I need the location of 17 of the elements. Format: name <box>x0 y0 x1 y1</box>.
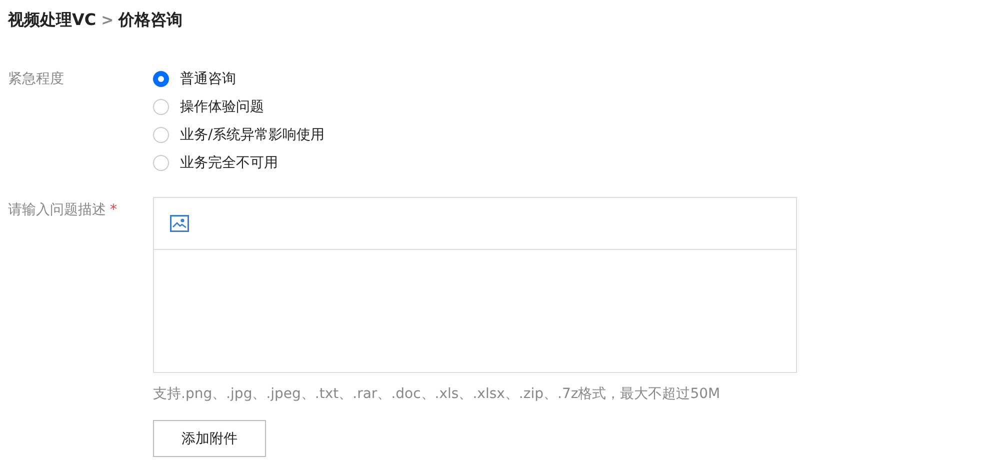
breadcrumb-separator: > <box>101 11 114 29</box>
page-title: 价格咨询 <box>118 10 183 30</box>
field-label: 紧急程度 <box>8 70 65 89</box>
image-icon[interactable] <box>170 215 189 232</box>
radio-button[interactable] <box>153 70 169 86</box>
radio-button[interactable] <box>153 154 169 170</box>
radio-label[interactable]: 业务/系统异常影响使用 <box>180 126 325 144</box>
field-label: 请输入问题描述 <box>8 202 106 218</box>
breadcrumb-link[interactable]: 视频处理VC <box>8 10 96 30</box>
add-attachment-button[interactable]: 添加附件 <box>153 420 266 457</box>
radio-label[interactable]: 普通咨询 <box>180 70 236 88</box>
radio-label[interactable]: 操作体验问题 <box>180 98 264 116</box>
radio-label[interactable]: 业务完全不可用 <box>180 154 278 172</box>
radio-button[interactable] <box>153 126 169 142</box>
required-mark: * <box>110 202 117 218</box>
radio-button[interactable] <box>153 98 169 114</box>
attachment-hint: 支持.png、.jpg、.jpeg、.txt、.rar、.doc、.xls、.xlsx、.zip、.7z格式，最大不超过50M <box>153 385 722 403</box>
